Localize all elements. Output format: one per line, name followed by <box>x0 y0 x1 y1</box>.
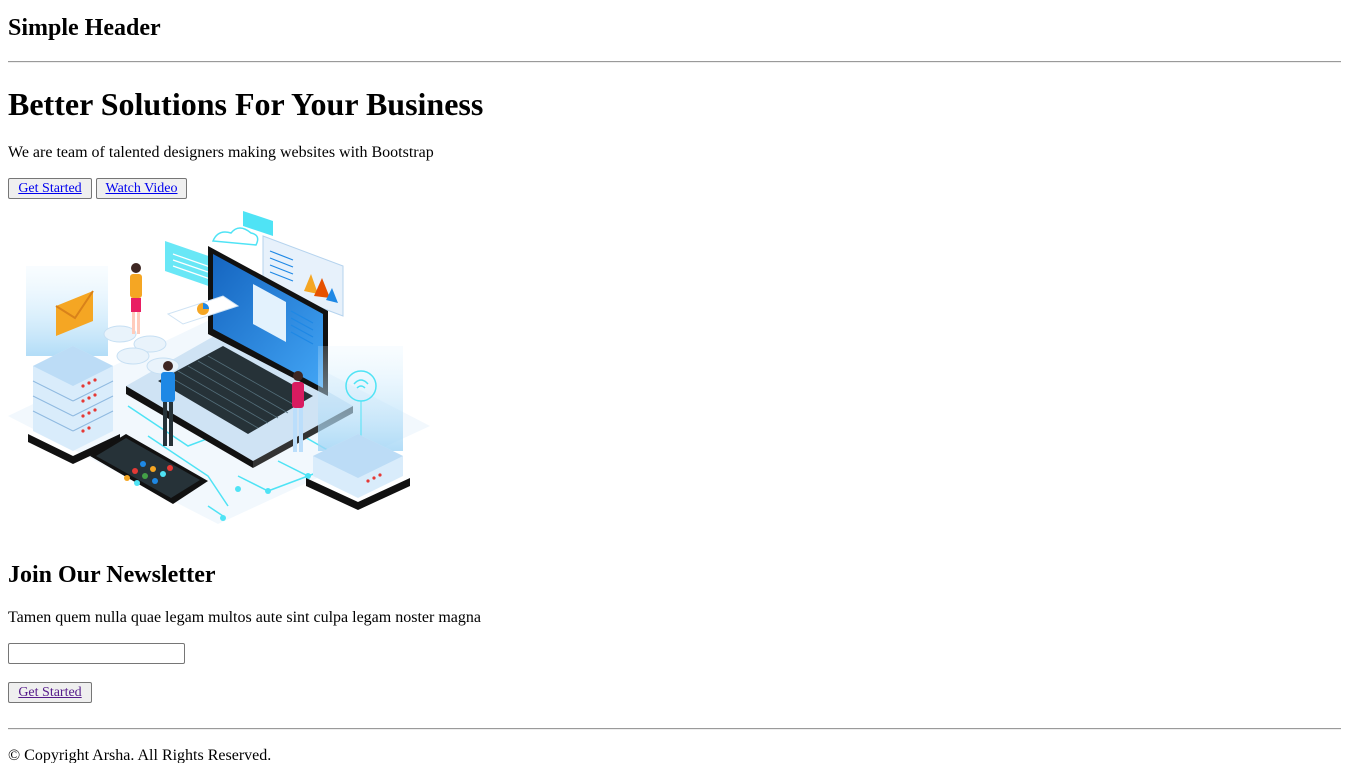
newsletter-description: Tamen quem nulla quae legam multos aute … <box>8 609 481 626</box>
newsletter-submit-button[interactable]: Get Started <box>8 682 92 703</box>
page: Simple Header Better Solutions For Your … <box>0 0 1347 763</box>
site-title: Simple Header <box>8 15 161 41</box>
newsletter-email-input[interactable] <box>8 643 185 664</box>
watch-video-button[interactable]: Watch Video <box>96 178 187 199</box>
hero-subtitle: We are team of talented designers making… <box>8 144 434 161</box>
hero-title: Better Solutions For Your Business <box>8 86 484 122</box>
hero-illustration <box>8 211 430 524</box>
copyright-text: © Copyright Arsha. All Rights Reserved. <box>8 747 272 763</box>
newsletter-title: Join Our Newsletter <box>8 562 216 588</box>
get-started-button[interactable]: Get Started <box>8 178 92 199</box>
header-divider <box>8 61 1341 63</box>
footer-divider <box>8 728 1341 730</box>
